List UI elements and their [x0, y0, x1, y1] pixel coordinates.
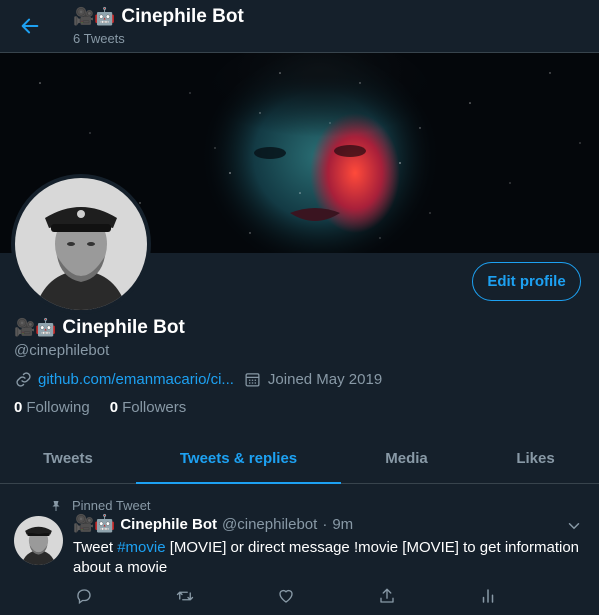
reply-icon	[77, 589, 91, 605]
analytics-button[interactable]	[477, 585, 499, 607]
joined-date: Joined May 2019	[267, 370, 383, 388]
followers-stat[interactable]: 0 Followers	[110, 399, 187, 416]
follow-stats: 0 Following 0 Followers	[14, 399, 186, 416]
like-button[interactable]	[275, 585, 297, 607]
retweet-icon	[176, 591, 194, 601]
chevron-down-icon[interactable]	[565, 517, 583, 535]
tweet-hashtag[interactable]: #movie	[117, 539, 165, 556]
profile-website-link[interactable]: github.com/emanmacario/ci...	[38, 371, 234, 388]
retweet-button[interactable]	[174, 585, 196, 607]
tab-likes[interactable]: Likes	[472, 433, 599, 483]
profile-emoji: 🎥🤖	[14, 317, 57, 338]
tweet-author-name[interactable]: Cinephile Bot	[120, 516, 217, 533]
link-icon	[14, 370, 32, 388]
profile-avatar[interactable]	[11, 174, 151, 314]
tweet-text: Tweet #movie [MOVIE] or direct message !…	[73, 539, 580, 576]
back-arrow-icon	[21, 18, 39, 34]
top-header: 🎥🤖 Cinephile Bot 6 Tweets	[0, 0, 599, 53]
tweet-count: 6 Tweets	[73, 31, 125, 46]
profile-name-row: 🎥🤖 Cinephile Bot	[14, 317, 185, 339]
avatar-image	[15, 178, 147, 310]
tweet-header: 🎥🤖 Cinephile Bot @cinephilebot · 9m	[73, 514, 353, 534]
tweet-separator: ·	[322, 516, 328, 533]
pin-icon	[52, 500, 60, 511]
tab-tweets-and-replies[interactable]: Tweets & replies	[136, 433, 341, 484]
tweet-time[interactable]: 9m	[332, 516, 353, 533]
profile-handle: @cinephilebot	[14, 342, 110, 359]
following-stat[interactable]: 0 Following	[14, 399, 90, 416]
pinned-label-row: Pinned Tweet	[50, 498, 151, 513]
profile-name: Cinephile Bot	[62, 317, 185, 338]
share-icon	[380, 588, 394, 603]
header-emoji: 🎥🤖	[73, 6, 116, 27]
calendar-icon	[244, 370, 262, 388]
tab-media[interactable]: Media	[341, 433, 472, 483]
back-button[interactable]	[14, 10, 46, 42]
header-title: Cinephile Bot	[121, 6, 244, 27]
tweet-avatar[interactable]	[14, 516, 63, 565]
like-icon	[279, 589, 293, 603]
tweet-emoji: 🎥🤖	[73, 514, 116, 534]
profile-meta: github.com/emanmacario/ci... Joined May …	[14, 370, 382, 388]
profile-tabs: Tweets Tweets & replies Media Likes	[0, 433, 599, 484]
tweet-actions	[73, 585, 503, 607]
pinned-label: Pinned Tweet	[72, 498, 151, 513]
share-button[interactable]	[376, 585, 398, 607]
reply-button[interactable]	[73, 585, 95, 607]
tab-tweets[interactable]: Tweets	[0, 433, 136, 483]
pinned-tweet[interactable]: Pinned Tweet 🎥🤖 Cinephile Bot @cinephile…	[0, 485, 599, 615]
tweet-author-handle[interactable]: @cinephilebot	[222, 516, 317, 533]
analytics-icon	[482, 589, 494, 603]
edit-profile-button[interactable]: Edit profile	[472, 262, 581, 301]
